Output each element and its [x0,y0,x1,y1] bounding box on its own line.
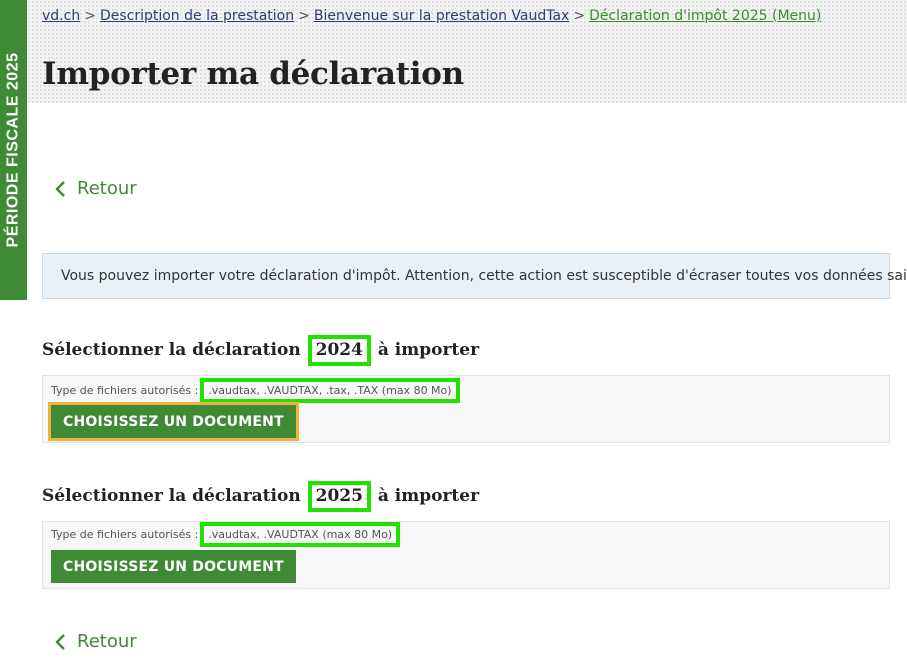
file-types-label: Type de fichiers autorisés : [51,528,199,541]
section-title-2024: Sélectionner la déclaration 2024 à impor… [42,335,479,366]
fiscal-period-label: PÉRIODE FISCALE 2025 [4,52,22,248]
section-title-suffix: à importer [377,340,480,360]
fiscal-period-tab: PÉRIODE FISCALE 2025 [0,0,27,300]
section-title-2025: Sélectionner la déclaration 2025 à impor… [42,481,479,512]
choose-document-button-2024[interactable]: CHOISISSEZ UN DOCUMENT [48,402,299,441]
breadcrumb-link-menu[interactable]: Déclaration d'impôt 2025 (Menu) [589,8,821,24]
upload-panel-2024: Type de fichiers autorisés : .vaudtax, .… [42,375,890,443]
file-types-label: Type de fichiers autorisés : [51,384,199,397]
upload-panel-2025: Type de fichiers autorisés : .vaudtax, .… [42,521,890,589]
back-link-label: Retour [77,631,137,652]
file-types-value: .vaudtax, .VAUDTAX (max 80 Mo) [200,522,401,547]
breadcrumb-separator: > [84,8,96,24]
chevron-left-icon [55,180,65,197]
year-highlight: 2024 [307,335,371,366]
year-highlight: 2025 [307,481,371,512]
breadcrumb-link-description[interactable]: Description de la prestation [100,8,294,24]
breadcrumb: vd.ch > Description de la prestation > Bienv… [42,8,821,24]
breadcrumb-separator: > [298,8,310,24]
back-link-label: Retour [77,178,137,199]
file-types-value: .vaudtax, .VAUDTAX, .tax, .TAX (max 80 M… [200,378,460,403]
breadcrumb-link-vd[interactable]: vd.ch [42,8,80,24]
info-message: Vous pouvez importer votre déclaration d… [42,253,907,299]
file-types-info: Type de fichiers autorisés : .vaudtax, .… [51,378,460,403]
page-title: Importer ma déclaration [42,56,464,92]
back-link-top[interactable]: Retour [55,178,137,199]
section-title-prefix: Sélectionner la déclaration [42,340,301,360]
chevron-left-icon [55,633,65,650]
section-title-prefix: Sélectionner la déclaration [42,486,301,506]
section-title-suffix: à importer [377,486,480,506]
info-message-text: Vous pouvez importer votre déclaration d… [61,268,907,284]
back-link-bottom[interactable]: Retour [55,631,137,652]
breadcrumb-separator: > [573,8,586,24]
breadcrumb-link-welcome[interactable]: Bienvenue sur la prestation VaudTax [314,8,570,24]
choose-document-button-2025[interactable]: CHOISISSEZ UN DOCUMENT [51,550,296,583]
file-types-info: Type de fichiers autorisés : .vaudtax, .… [51,522,401,547]
